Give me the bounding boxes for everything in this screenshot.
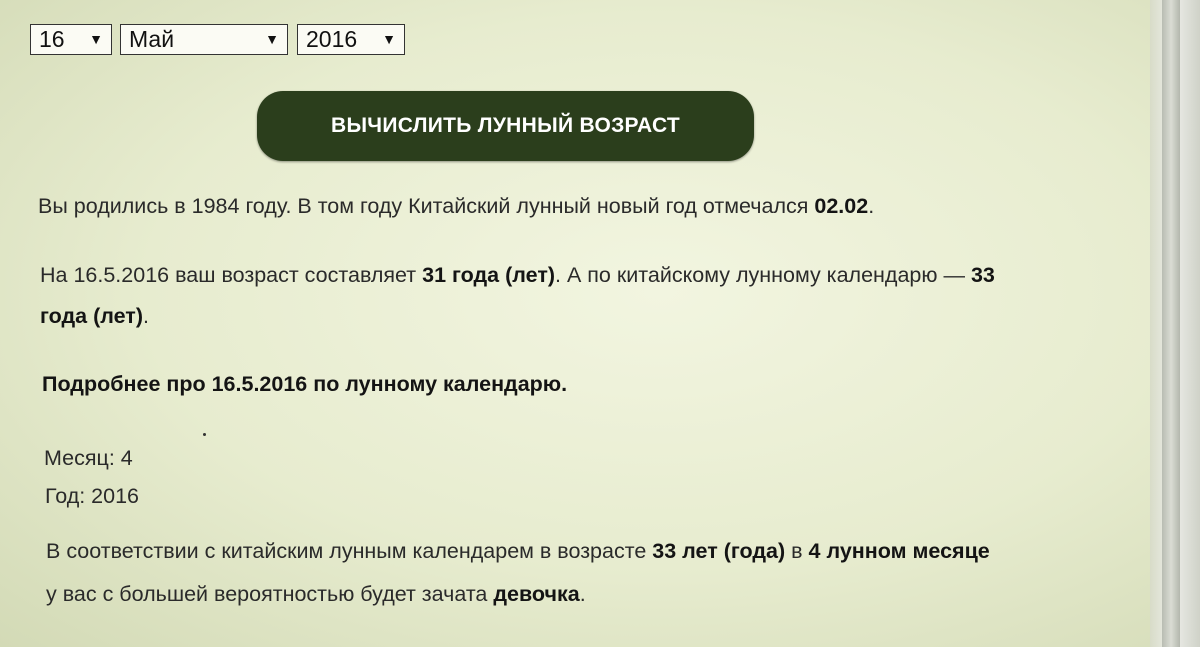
conclusion-line-2: у вас с большей вероятностью будет зачат… — [46, 582, 586, 607]
chevron-down-icon: ▼ — [265, 31, 279, 47]
lunar-age-value: 33 — [970, 263, 995, 287]
sentence-end: . — [143, 304, 149, 328]
conclusion-month: 4 лунном месяце — [808, 539, 990, 563]
birth-year-text: Вы родились в 1984 году. В том году Кита… — [38, 194, 874, 219]
day-select[interactable]: 16 ▼ — [30, 24, 112, 55]
scrollbar-track[interactable] — [1162, 0, 1180, 647]
age-text-line-2: года (лет). — [40, 304, 149, 329]
age-value: 31 года (лет) — [422, 263, 556, 287]
lunar-month-label: Месяц: 4 — [44, 446, 133, 470]
year-select-value: 2016 — [306, 26, 358, 52]
month-select[interactable]: Май ▼ — [120, 24, 288, 55]
screen-bezel — [1150, 0, 1200, 647]
year-select[interactable]: 2016 ▼ — [297, 24, 405, 55]
lunar-age-unit: года (лет) — [40, 304, 143, 328]
conclusion-end-text: у вас с большей вероятностью будет зачат… — [46, 582, 494, 606]
lunar-new-year-date: 02.02 — [814, 194, 869, 218]
lunar-calendar-page: 16 ▼ Май ▼ 2016 ▼ ВЫЧИСЛИТЬ ЛУННЫЙ ВОЗРА… — [0, 0, 1150, 647]
age-text-line-1: На 16.5.2016 ваш возраст составляет 31 г… — [40, 263, 995, 288]
lunar-year-label: Год: 2016 — [45, 484, 140, 508]
conclusion-age: 33 лет (года) — [652, 539, 786, 563]
age-sentence-middle: . А по китайскому лунному календарю — — [555, 263, 971, 287]
more-details-link[interactable]: Подробнее про 16.5.2016 по лунному кален… — [42, 372, 567, 397]
chevron-down-icon: ▼ — [382, 31, 396, 47]
calculate-lunar-age-button[interactable]: ВЫЧИСЛИТЬ ЛУННЫЙ ВОЗРАСТ — [257, 91, 754, 161]
age-sentence-start: На 16.5.2016 ваш возраст составляет — [40, 263, 423, 287]
sentence-end: . — [868, 194, 875, 218]
conclusion-line-1: В соответствии с китайским лунным календ… — [46, 539, 990, 564]
conclusion-middle: в — [785, 539, 809, 563]
birth-year-sentence: Вы родились в 1984 году. В том году Кита… — [38, 194, 815, 218]
conclusion-start: В соответствии с китайским лунным календ… — [46, 539, 653, 563]
month-select-value: Май — [129, 26, 175, 52]
chevron-down-icon: ▼ — [89, 31, 103, 47]
predicted-gender: девочка — [493, 582, 580, 606]
dust-speck — [203, 433, 206, 436]
sentence-end: . — [579, 582, 586, 606]
day-select-value: 16 — [39, 26, 65, 52]
